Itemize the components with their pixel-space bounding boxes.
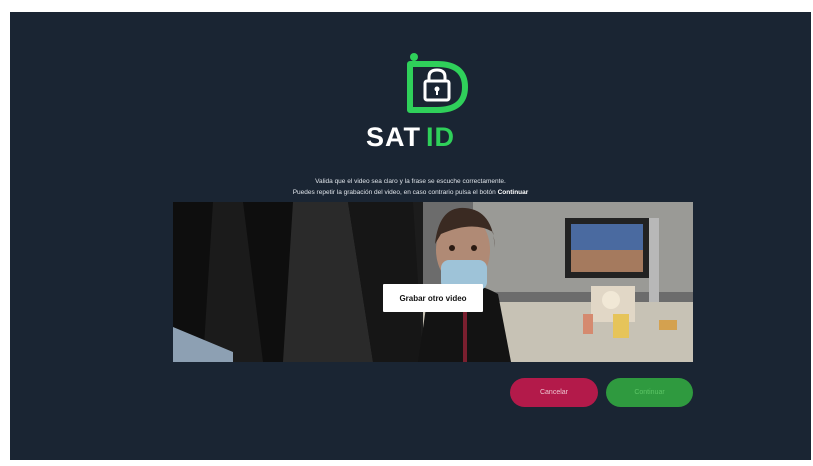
logo-dot — [410, 53, 418, 61]
brand-name-id: ID — [426, 122, 455, 152]
video-frame — [173, 202, 693, 362]
instructions-line-2: Puedes repetir la grabación del video, e… — [10, 187, 811, 198]
instructions-line-1: Valida que el video sea claro y la frase… — [315, 178, 506, 185]
continue-button[interactable]: Continuar — [606, 378, 693, 407]
instructions-continue-word: Continuar — [497, 189, 529, 196]
app-screen: SAT ID Valida que el video sea claro y la… — [10, 12, 811, 460]
brand-name-sat: SAT — [366, 122, 421, 152]
cancel-button[interactable]: Cancelar — [510, 378, 598, 407]
instructions-text: Valida que el video sea claro y la frase… — [10, 176, 811, 198]
video-preview[interactable]: Grabar otro video — [173, 202, 693, 362]
satid-logo-icon — [407, 52, 473, 116]
lock-icon — [423, 68, 451, 102]
instructions-line-2-text: Puedes repetir la grabación del video, e… — [292, 189, 496, 196]
record-again-button[interactable]: Grabar otro video — [383, 284, 483, 312]
brand-name: SAT ID — [10, 122, 811, 153]
